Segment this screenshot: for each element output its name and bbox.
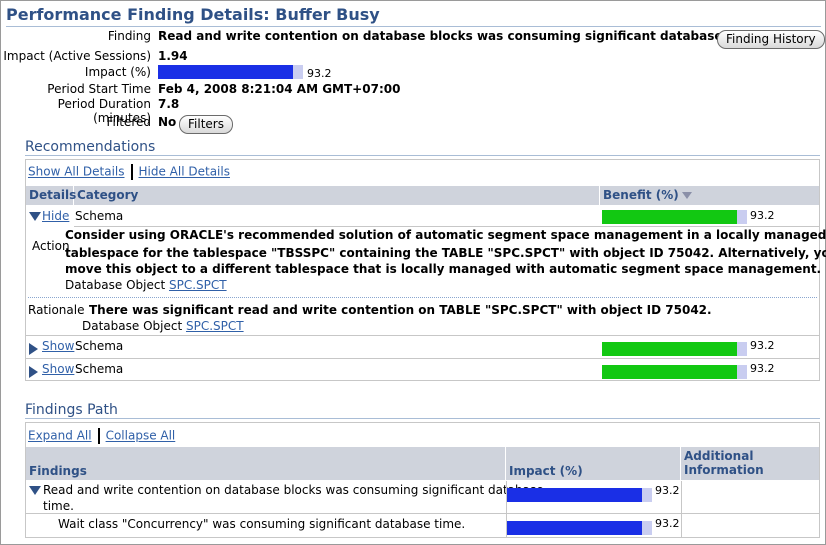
toolbar-separator	[97, 428, 100, 444]
show-toggle-link[interactable]: Show	[42, 339, 74, 353]
finding-value: Read and write contention on database bl…	[158, 29, 762, 43]
impact-value: 93.2	[655, 517, 680, 530]
rationale-label: Rationale	[28, 303, 85, 317]
period-start-value: Feb 4, 2008 8:21:04 AM GMT+07:00	[158, 82, 401, 96]
column-divider	[506, 481, 507, 537]
impact-bar	[507, 488, 652, 502]
impact-bar-fill	[507, 521, 643, 535]
col-category[interactable]: Category	[74, 186, 600, 205]
category-value: Schema	[75, 339, 124, 353]
page-title: Performance Finding Details: Buffer Busy	[6, 5, 821, 27]
impact-pct-label: Impact (%)	[84, 65, 151, 79]
benefit-value: 93.2	[750, 339, 775, 352]
col-additional-line-2: Information	[684, 463, 764, 477]
impact-pct-bar-fill	[158, 65, 294, 79]
collapse-all-link[interactable]: Collapse All	[106, 429, 176, 443]
filters-button[interactable]: Filters	[179, 115, 233, 134]
recommendations-panel: Show All Details Hide All Details Details…	[25, 159, 826, 381]
collapse-triangle-icon[interactable]	[29, 209, 41, 223]
recommendation-row: Hide Schema 93.2	[26, 206, 819, 226]
col-findings: Findings	[26, 447, 506, 480]
action-label: Action	[32, 239, 70, 253]
toolbar-separator	[130, 164, 133, 180]
recommendation-row: Show Schema 93.2	[26, 359, 819, 381]
finding-path-row: Read and write contention on database bl…	[26, 481, 819, 513]
recommendations-header: Details Category Benefit (%)	[26, 186, 819, 205]
action-text-line-2: tablespace for the tablespace "TBSSPC" c…	[65, 246, 826, 260]
benefit-bar	[602, 210, 747, 224]
benefit-bar	[602, 365, 747, 379]
benefit-bar-fill	[602, 342, 738, 356]
recommendations-title: Recommendations	[25, 139, 820, 156]
finding-path-text: Wait class "Concurrency" was consuming s…	[58, 517, 466, 531]
finding-path-text-line-2: time.	[43, 499, 74, 513]
collapse-triangle-icon[interactable]	[29, 483, 41, 497]
impact-pct-row: Impact (%) 93.2	[1, 65, 401, 81]
hide-all-details-link[interactable]: Hide All Details	[139, 165, 230, 179]
impact-bar-fill	[507, 488, 643, 502]
period-duration-row: Period Duration (minutes) 7.8	[1, 97, 501, 125]
impact-bar	[507, 521, 652, 535]
hide-toggle-link[interactable]: Hide	[42, 209, 69, 223]
row-divider	[74, 226, 819, 227]
col-details: Details	[26, 186, 76, 205]
finding-row: Finding Read and write contention on dat…	[1, 29, 826, 45]
sort-desc-icon	[681, 192, 692, 199]
findings-path-panel: Expand All Collapse All Findings Impact (…	[25, 422, 820, 538]
impact-sessions-row: Impact (Active Sessions) 1.94	[1, 49, 401, 65]
filtered-label: Filtered	[106, 115, 151, 129]
rationale-db-object: Database Object SPC.SPCT	[82, 319, 244, 333]
rationale-detail: Rationale There was significant read and…	[26, 302, 819, 336]
window-frame: Performance Finding Details: Buffer Busy…	[0, 0, 826, 545]
action-db-object: Database Object SPC.SPCT	[65, 278, 227, 292]
detail-divider	[28, 297, 817, 298]
col-benefit[interactable]: Benefit (%)	[600, 186, 819, 205]
period-start-label: Period Start Time	[47, 82, 151, 96]
finding-path-row: Wait class "Concurrency" was consuming s…	[26, 514, 819, 537]
finding-label: Finding	[107, 29, 151, 43]
rationale-db-object-link[interactable]: SPC.SPCT	[186, 319, 244, 333]
expand-all-link[interactable]: Expand All	[28, 429, 92, 443]
benefit-value: 93.2	[750, 209, 775, 222]
finding-path-text-line-1: Read and write contention on database bl…	[43, 483, 544, 497]
impact-sessions-value: 1.94	[158, 49, 188, 63]
benefit-bar-fill	[602, 210, 738, 224]
period-start-row: Period Start Time Feb 4, 2008 8:21:04 AM…	[1, 82, 501, 98]
filtered-value: No	[158, 115, 177, 129]
impact-pct-bar	[158, 65, 303, 79]
finding-history-button[interactable]: Finding History	[717, 30, 825, 49]
expand-triangle-icon[interactable]	[29, 341, 38, 355]
col-additional-line-1: Additional	[684, 449, 754, 463]
benefit-value: 93.2	[750, 362, 775, 375]
rationale-text: There was significant read and write con…	[89, 303, 712, 317]
col-additional-info: Additional Information	[681, 447, 819, 480]
benefit-bar-fill	[602, 365, 738, 379]
benefit-bar	[602, 342, 747, 356]
category-value: Schema	[75, 209, 124, 223]
column-divider	[681, 481, 682, 537]
findings-toolbar: Expand All Collapse All	[28, 428, 175, 444]
recommendation-row: Show Schema 93.2	[26, 336, 819, 358]
show-all-details-link[interactable]: Show All Details	[28, 165, 125, 179]
impact-value: 93.2	[655, 484, 680, 497]
action-text-line-1: Consider using ORACLE's recommended solu…	[65, 228, 826, 242]
col-benefit-label: Benefit (%)	[603, 188, 679, 202]
impact-sessions-label: Impact (Active Sessions)	[3, 49, 151, 63]
impact-pct-value: 93.2	[307, 67, 332, 80]
findings-path-title: Findings Path	[25, 402, 820, 419]
action-detail: Action Consider using ORACLE's recommend…	[26, 228, 826, 298]
db-object-link[interactable]: SPC.SPCT	[169, 278, 227, 292]
rationale-db-object-label: Database Object	[82, 319, 183, 333]
db-object-label: Database Object	[65, 278, 166, 292]
period-duration-value: 7.8	[158, 97, 180, 111]
category-value: Schema	[75, 362, 124, 376]
col-impact: Impact (%)	[506, 447, 681, 480]
show-toggle-link[interactable]: Show	[42, 362, 74, 376]
findings-header: Findings Impact (%) Additional Informati…	[26, 447, 819, 480]
expand-triangle-icon[interactable]	[29, 364, 38, 378]
filtered-row: Filtered No	[1, 115, 501, 131]
recommendations-toolbar: Show All Details Hide All Details	[28, 164, 230, 180]
action-text-line-3: move this object to a different tablespa…	[65, 262, 822, 276]
